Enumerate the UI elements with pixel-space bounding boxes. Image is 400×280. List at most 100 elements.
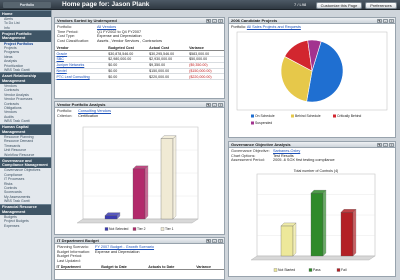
variance: ($220,000.00) [187,73,224,81]
legend-swatch [333,114,336,118]
nav-group: Project Portfolio Management Project Port… [0,30,51,72]
close-icon[interactable]: × [218,238,223,243]
user-id: 7 / L98 [294,2,307,7]
portfolio-label: Portfolio: [231,25,246,29]
close-icon[interactable]: × [389,142,394,147]
bar-pass[interactable] [310,192,324,257]
legend-swatch [336,268,341,272]
page-title: Home page for: Jason Plank [62,1,150,8]
panel-header: Governance Objective Analysis ✎ – × [229,142,395,148]
legend-label: Tier 1 [165,227,174,231]
legend-label: Behind Schedule [295,114,321,118]
legend-swatch [251,121,254,125]
legend-swatch [291,114,294,118]
field-row: Assessment Period: 2005 -6 SOX first test… [229,158,395,163]
bar-tier-2[interactable] [132,168,146,220]
preferences-button[interactable]: Preferences [365,1,397,9]
close-icon[interactable]: × [218,18,223,23]
bar-side [144,165,149,220]
edit-icon[interactable]: ✎ [377,142,382,147]
field-label: Cost Classification: [57,38,90,43]
nav-group-header[interactable]: Asset Relationship Management [0,72,51,84]
candidate-projects-panel: 2006 Candidate Projects ✎ – × Portfolio: A… [228,17,396,138]
field-value: Q1 FY2002 to Q4 FY2007 [97,29,142,34]
vendor-portfolio-panel: Vendor Portfolio Analysis ✎ – × Portfolio:… [54,101,225,235]
minimize-icon[interactable]: – [383,18,388,23]
legend-label: Not Started [278,268,295,272]
field-value: Expense and Depreciation [95,249,140,254]
legend-label: On Schedule [255,114,275,118]
criterion-label: Criterion: [57,113,73,118]
minimize-icon[interactable]: – [383,142,388,147]
legend-label: Tier 2 [137,227,146,231]
edit-icon[interactable]: ✎ [206,238,211,243]
actual-cost: $220,000.00 [147,73,188,81]
customize-page-button[interactable]: Customize this Page [316,1,362,9]
minimize-icon[interactable]: – [212,238,217,243]
field-value: Assets , Vendor Services , Contractors [97,38,162,43]
legend-swatch [308,268,313,272]
panel-fields: Planning Scenario: FY 2007 Budget - Growt… [55,245,224,263]
it-department-budget-panel: IT Department Budget ✎ – × Planning Scenar… [54,237,225,280]
bar-not-started[interactable] [280,225,294,257]
legend-label: Suspended [255,121,272,125]
legend-swatch [160,227,165,231]
legend-swatch [273,268,278,272]
sidebar-nav: Home Alerts To Do List Info Project Portfoli… [0,10,52,280]
field-link[interactable]: All Vendors [97,25,116,29]
panel-title: 2006 Candidate Projects [231,18,278,23]
column-header[interactable]: Variance [194,264,224,271]
portfolio-link[interactable]: Consulting Vendors [78,109,111,113]
minimize-icon[interactable]: – [212,18,217,23]
vendor-link[interactable]: PTC Leaf Consulting [55,73,107,81]
bar-fail[interactable] [340,212,354,257]
legend-swatch [251,114,254,118]
top-bar: Portfolio Home page for: Jason Plank 7 /… [0,0,400,10]
nav-group-header[interactable]: Governance and Compliance Management [0,156,51,169]
legend-label: Critically Behind [337,114,361,118]
panel-header: 2006 Candidate Projects ✎ – × [229,18,395,24]
table-row[interactable]: PTC Leaf Consulting $0.00 $220,000.00 ($220… [55,73,224,81]
minimize-icon[interactable]: – [212,102,217,107]
bar-tier-1[interactable] [160,138,174,220]
close-icon[interactable]: × [389,18,394,23]
criterion-value: Certification [78,113,99,118]
field-link[interactable]: FY 2007 Budget - Growth Scenario [95,245,154,249]
field-link[interactable]: Sarbanes-Oxley [273,149,300,153]
legend-label: Not Selected [109,227,129,231]
column-header[interactable]: Budget to Date [99,264,147,271]
nav-group: Financial Resource Management Budgets Proj… [0,203,51,229]
it-budget-table: IT Department Budget to Date Actuals to Da… [55,264,224,271]
bar-not-selected[interactable] [104,215,118,220]
portfolio-link[interactable]: All Sales Projects and Requests [247,25,301,29]
bar-side [292,222,297,257]
nav-group: Governance and Compliance Management Gove… [0,156,51,204]
field-row: Last Updated: [55,259,224,264]
panel-header: Vendor Portfolio Analysis ✎ – × [55,102,224,108]
sidebar-item[interactable]: Expenses [0,224,51,228]
legend-swatch [132,227,137,231]
field-label: Last Updated: [57,258,81,263]
panel-header: Vendors Sorted by Underspend ✎ – × [55,18,224,24]
nav-group-header[interactable]: Financial Resource Management [0,203,51,216]
panel-title: Vendors Sorted by Underspend [57,18,117,23]
column-header[interactable]: Actuals to Date [146,264,195,271]
panel-fields: Portfolio: All Vendors Time Period: Q1 FY20… [55,25,224,43]
nav-group-header[interactable]: Home [0,10,51,17]
nav-group-header[interactable]: Project Portfolio Management [0,30,51,42]
nav-group: Asset Relationship Management Vendors Cont… [0,72,51,123]
governance-bar-chart: Total number of Controls (4) Not Started P… [250,169,376,272]
nav-group-header[interactable]: Human Capital Management [0,123,51,135]
edit-icon[interactable]: ✎ [206,102,211,107]
panel-title: IT Department Budget [57,238,99,243]
edit-icon[interactable]: ✎ [206,18,211,23]
close-icon[interactable]: × [218,102,223,107]
panel-fields: Governance Objective: Sarbanes-Oxley Chart… [229,149,395,163]
vendors-underspend-panel: Vendors Sorted by Underspend ✎ – × Portfol… [54,17,225,99]
vendor-portfolio-bar-chart: Not Selected Tier 2 Tier 1 [76,126,199,231]
chart-title: Total number of Controls (4) [294,169,339,173]
edit-icon[interactable]: ✎ [377,18,382,23]
bar-side [172,135,177,220]
panel-header: IT Department Budget ✎ – × [55,238,224,244]
column-header[interactable]: IT Department [55,264,100,271]
